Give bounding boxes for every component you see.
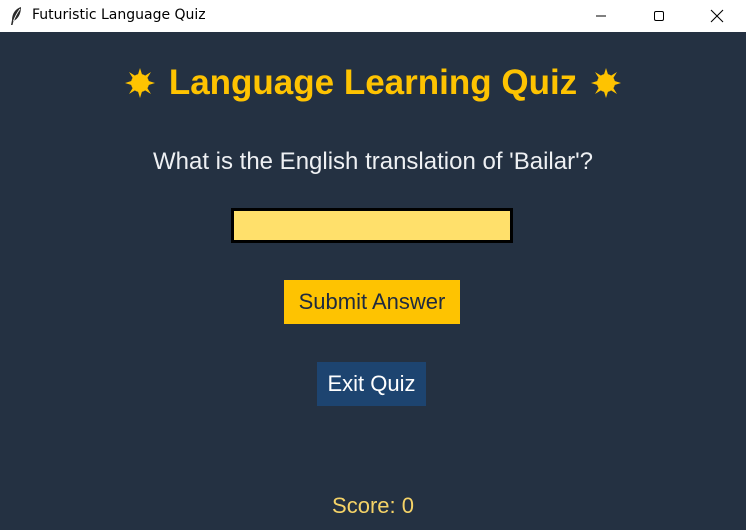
maximize-button[interactable] [630,0,688,32]
quiz-heading: Language Learning Quiz [0,63,746,103]
page-title: Language Learning Quiz [168,63,578,102]
quiz-window: Language Learning Quiz What is the Engli… [0,32,746,530]
title-bar: Futuristic Language Quiz [0,0,746,32]
close-icon [710,9,724,23]
minimize-icon [596,15,606,17]
exit-quiz-button[interactable]: Exit Quiz [317,362,426,406]
window-title: Futuristic Language Quiz [32,7,206,23]
close-button[interactable] [688,0,746,32]
maximize-icon [654,11,664,21]
answer-input[interactable] [231,208,513,243]
question-text: What is the English translation of 'Bail… [152,148,594,175]
sparkle-icon [124,68,155,98]
minimize-button[interactable] [572,0,630,32]
score-label: Score: 0 [332,493,414,518]
sparkle-icon [591,68,622,98]
submit-answer-button[interactable]: Submit Answer [284,280,460,324]
feather-icon [9,6,23,26]
